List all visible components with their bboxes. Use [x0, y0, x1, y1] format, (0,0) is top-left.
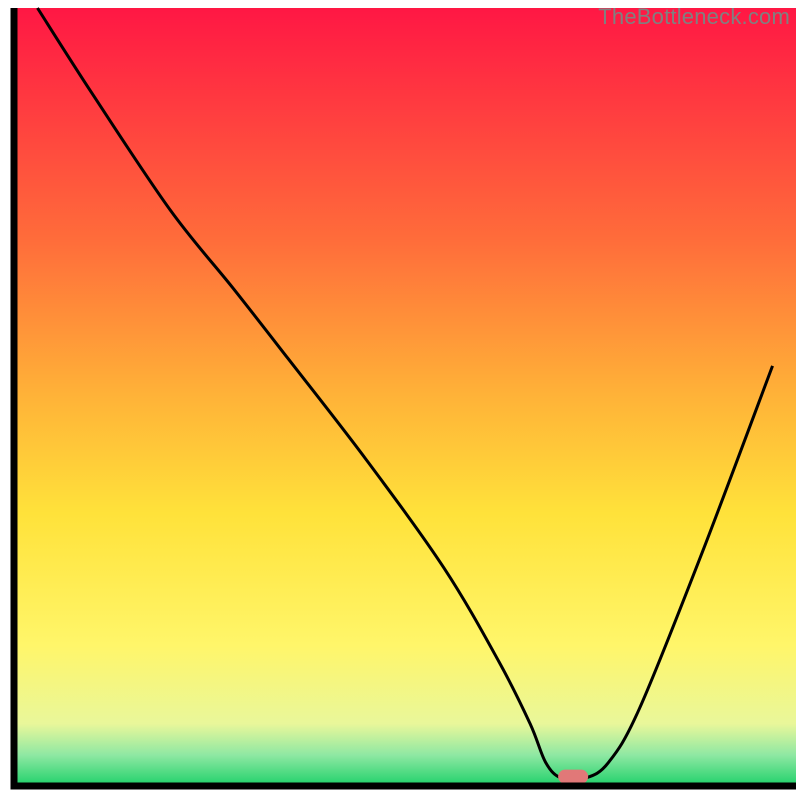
- gradient-background: [14, 8, 796, 786]
- bottleneck-chart: [0, 0, 800, 800]
- chart-container: TheBottleneck.com: [0, 0, 800, 800]
- optimal-marker: [558, 770, 588, 784]
- watermark-label: TheBottleneck.com: [598, 4, 790, 30]
